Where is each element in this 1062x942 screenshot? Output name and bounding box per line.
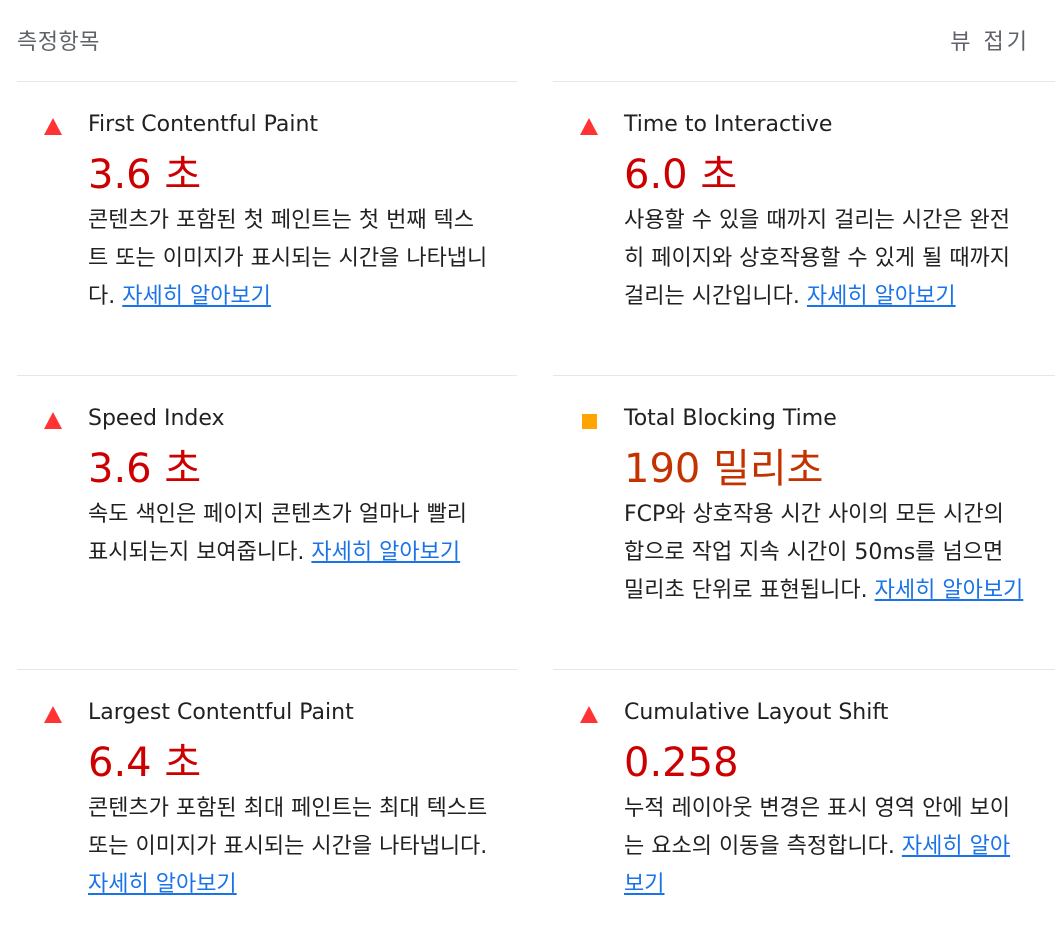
metric-title: Cumulative Layout Shift	[624, 700, 889, 725]
metric-description: 콘텐츠가 포함된 최대 페인트는 최대 텍스트 또는 이미지가 표시되는 시간을…	[88, 790, 493, 904]
learn-more-link[interactable]: 자세히 알아보기	[807, 284, 956, 309]
collapse-view-toggle[interactable]: 뷰 접기	[950, 24, 1030, 56]
metric-time-to-interactive: Time to Interactive 6.0 초 사용할 수 있을 때까지 걸…	[553, 81, 1055, 375]
metric-description: 콘텐츠가 포함된 첫 페인트는 첫 번째 텍스트 또는 이미지가 표시되는 시간…	[88, 202, 493, 316]
metric-title: Largest Contentful Paint	[88, 700, 354, 725]
metric-first-contentful-paint: First Contentful Paint 3.6 초 콘텐츠가 포함된 첫 …	[17, 81, 517, 375]
red-triangle-icon	[43, 118, 63, 138]
metric-title: First Contentful Paint	[88, 112, 319, 137]
metric-value: 6.0 초	[624, 152, 738, 198]
metric-value: 3.6 초	[88, 152, 202, 198]
metric-description: 속도 색인은 페이지 콘텐츠가 얼마나 빨리 표시되는지 보여줍니다. 자세히 …	[88, 496, 493, 572]
learn-more-link[interactable]: 자세히 알아보기	[122, 284, 271, 309]
metrics-grid: First Contentful Paint 3.6 초 콘텐츠가 포함된 첫 …	[17, 81, 1055, 942]
metric-largest-contentful-paint: Largest Contentful Paint 6.4 초 콘텐츠가 포함된 …	[17, 669, 517, 942]
metric-value: 6.4 초	[88, 740, 202, 786]
orange-square-icon	[579, 412, 599, 432]
metric-value: 0.258	[624, 740, 739, 786]
red-triangle-icon	[579, 706, 599, 726]
metric-value: 190 밀리초	[624, 446, 824, 492]
section-title: 측정항목	[17, 30, 100, 55]
metrics-header: 측정항목 뷰 접기	[0, 0, 1062, 80]
metric-speed-index: Speed Index 3.6 초 속도 색인은 페이지 콘텐츠가 얼마나 빨리…	[17, 375, 517, 669]
red-triangle-icon	[579, 118, 599, 138]
metric-title: Time to Interactive	[624, 112, 833, 137]
metric-title: Total Blocking Time	[624, 406, 837, 431]
metric-description: 사용할 수 있을 때까지 걸리는 시간은 완전히 페이지와 상호작용할 수 있게…	[624, 202, 1029, 316]
learn-more-link[interactable]: 자세히 알아보기	[875, 578, 1024, 603]
metric-value: 3.6 초	[88, 446, 202, 492]
metric-cumulative-layout-shift: Cumulative Layout Shift 0.258 누적 레이아웃 변경…	[553, 669, 1055, 942]
learn-more-link[interactable]: 자세히 알아보기	[88, 872, 237, 897]
red-triangle-icon	[43, 706, 63, 726]
learn-more-link[interactable]: 자세히 알아보기	[311, 540, 460, 565]
metric-description: FCP와 상호작용 시간 사이의 모든 시간의 합으로 작업 지속 시간이 50…	[624, 496, 1029, 610]
description-text: 콘텐츠가 포함된 최대 페인트는 최대 텍스트 또는 이미지가 표시되는 시간을…	[88, 796, 488, 859]
red-triangle-icon	[43, 412, 63, 432]
metric-description: 누적 레이아웃 변경은 표시 영역 안에 보이는 요소의 이동을 측정합니다. …	[624, 790, 1029, 904]
metric-title: Speed Index	[88, 406, 225, 431]
metric-total-blocking-time: Total Blocking Time 190 밀리초 FCP와 상호작용 시간…	[553, 375, 1055, 669]
